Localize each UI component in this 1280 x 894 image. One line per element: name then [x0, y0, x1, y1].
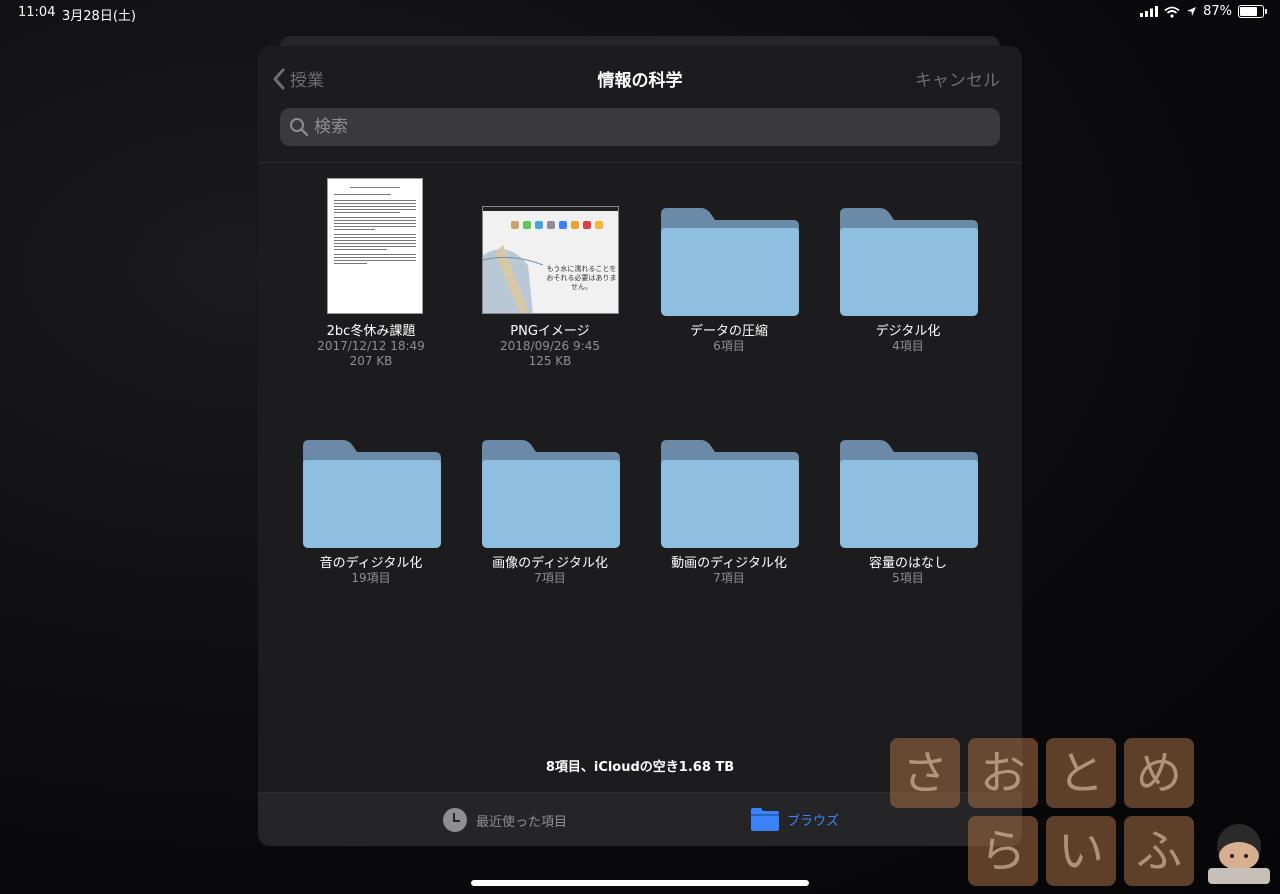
- mascot-icon: [1208, 824, 1270, 884]
- item-count: 7項目: [534, 571, 566, 585]
- folder-fill-icon: [751, 808, 779, 831]
- item-count: 19項目: [351, 571, 391, 585]
- battery-percent: 87%: [1203, 4, 1232, 19]
- battery-icon: [1238, 5, 1267, 18]
- status-time: 11:04: [18, 5, 56, 20]
- file-browser-sheet: 授業 情報の科学 キャンセル 検索 2bc冬休み課題 2017/12/12 18…: [258, 46, 1022, 846]
- item-name: 動画のディジタル化: [671, 556, 787, 571]
- item-count: 5項目: [892, 571, 924, 585]
- location-icon: [1187, 7, 1197, 16]
- item-name: PNGイメージ: [510, 324, 590, 339]
- signal-icon: [1140, 6, 1159, 17]
- item-name: データの圧縮: [689, 324, 768, 339]
- item-count: 7項目: [713, 571, 745, 585]
- item-name: デジタル化: [875, 324, 941, 339]
- folder-icon: [303, 440, 441, 548]
- clock-icon: [443, 808, 467, 832]
- folder-item[interactable]: データの圧縮 6項目: [639, 178, 819, 354]
- folder-icon: [840, 440, 978, 548]
- watermark-logo: さ お と め ら い ふ: [888, 736, 1280, 894]
- item-date: 2018/09/26 9:45: [500, 339, 600, 353]
- folder-item[interactable]: 画像のディジタル化 7項目: [460, 410, 640, 586]
- folder-item[interactable]: 音のディジタル化 19項目: [281, 410, 461, 586]
- file-item-image[interactable]: もう水に濡れることを おそれる必要はありません。 PNGイメージ 2018/09…: [460, 178, 640, 369]
- item-date: 2017/12/12 18:49: [317, 339, 425, 353]
- file-item-document[interactable]: 2bc冬休み課題 2017/12/12 18:49 207 KB: [281, 178, 461, 369]
- document-thumbnail: [327, 178, 423, 314]
- item-size: 207 KB: [349, 354, 393, 368]
- folder-icon: [661, 208, 799, 316]
- tab-browse-label: ブラウズ: [787, 813, 840, 829]
- tab-recent[interactable]: 最近使った項目: [442, 807, 567, 833]
- folder-item[interactable]: 容量のはなし 5項目: [818, 410, 998, 586]
- home-indicator[interactable]: [471, 880, 809, 886]
- image-thumbnail: もう水に濡れることを おそれる必要はありません。: [482, 206, 619, 314]
- item-count: 6項目: [713, 339, 745, 353]
- folder-item[interactable]: 動画のディジタル化 7項目: [639, 410, 819, 586]
- item-name: 容量のはなし: [868, 556, 947, 571]
- item-count: 4項目: [892, 339, 924, 353]
- tab-browse[interactable]: ブラウズ: [751, 807, 839, 831]
- item-size: 125 KB: [528, 354, 572, 368]
- item-name: 2bc冬休み課題: [326, 324, 416, 339]
- folder-icon: [840, 208, 978, 316]
- status-bar: 11:04 3月28日(土) 87%: [0, 0, 1280, 26]
- status-date: 3月28日(土): [62, 9, 136, 24]
- status-indicators: 87%: [1140, 4, 1267, 19]
- file-grid: 2bc冬休み課題 2017/12/12 18:49 207 KB もう水に濡れる…: [258, 46, 1022, 746]
- wifi-icon: [1164, 6, 1180, 18]
- folder-icon: [482, 440, 620, 548]
- folder-item[interactable]: デジタル化 4項目: [818, 178, 998, 354]
- folder-icon: [661, 440, 799, 548]
- item-name: 画像のディジタル化: [492, 556, 608, 571]
- item-name: 音のディジタル化: [319, 556, 423, 571]
- tab-recent-label: 最近使った項目: [476, 814, 568, 830]
- image-thumbnail-caption: もう水に濡れることを おそれる必要はありません。: [546, 265, 617, 291]
